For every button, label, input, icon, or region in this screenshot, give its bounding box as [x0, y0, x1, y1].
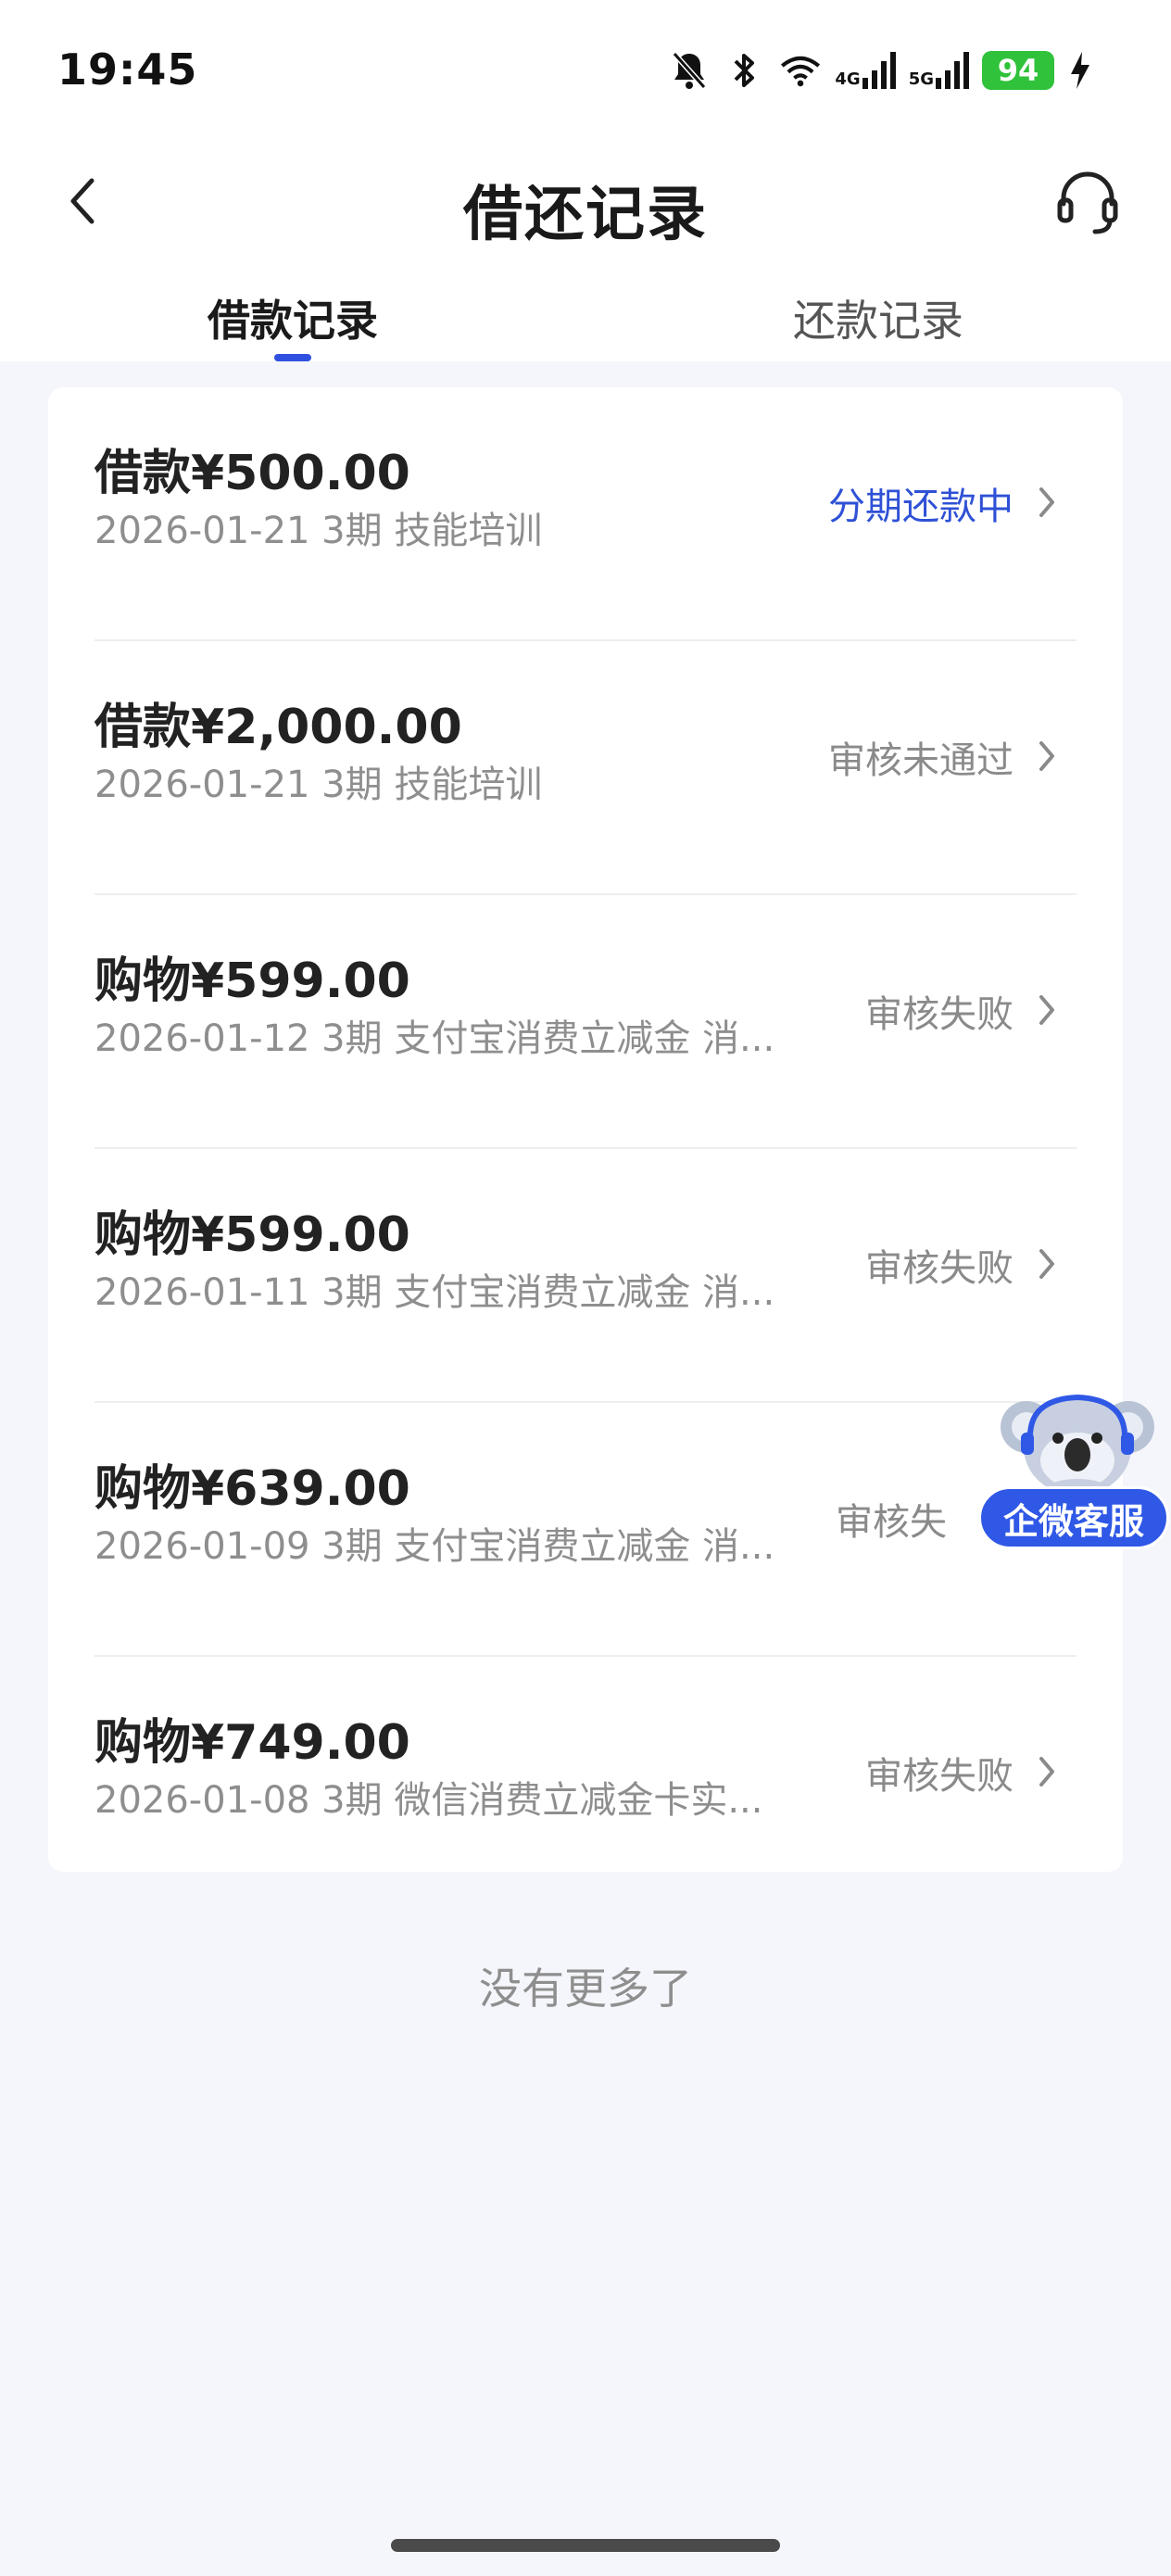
battery-icon: 94	[982, 51, 1054, 90]
record-status: 审核未通过	[828, 739, 1014, 782]
tab-repay-records[interactable]: 还款记录	[684, 287, 1073, 348]
list-item[interactable]: 购物¥599.00 2026-01-12 3期 支付宝消费立减金 消... 审核…	[48, 895, 1123, 1149]
record-status: 审核失败	[865, 1755, 1014, 1798]
home-indicator[interactable]	[391, 2539, 780, 2552]
net-4g-label: 4G	[835, 69, 861, 89]
status-time: 19:45	[57, 44, 198, 95]
list-item[interactable]: 购物¥599.00 2026-01-11 3期 支付宝消费立减金 消... 审核…	[48, 1149, 1123, 1403]
record-detail: 2026-01-21 3期 技能培训	[94, 510, 543, 552]
records-list: 借款¥500.00 2026-01-21 3期 技能培训 分期还款中 借款¥2,…	[48, 387, 1123, 1872]
headset-icon	[1057, 171, 1118, 234]
wifi-icon	[779, 47, 822, 94]
record-amount: 购物¥599.00	[94, 1207, 410, 1263]
record-amount: 借款¥500.00	[94, 446, 410, 501]
page: 19:45 4G 5G 94 借还记录 借款记录 还款记录 借款¥500.00 …	[0, 0, 1171, 2576]
tab-active-indicator	[274, 354, 311, 361]
koala-mascot-icon	[1001, 1394, 1154, 1501]
record-detail: 2026-01-09 3期 支付宝消费立减金 消...	[94, 1525, 775, 1568]
customer-service-label: 企微客服	[978, 1486, 1169, 1549]
nav-header: 借还记录	[0, 139, 1171, 269]
chevron-right-icon	[1028, 1749, 1065, 1794]
record-detail: 2026-01-21 3期 技能培训	[94, 764, 543, 806]
list-item[interactable]: 购物¥749.00 2026-01-08 3期 微信消费立减金卡实... 审核失…	[48, 1657, 1123, 1911]
record-amount: 购物¥749.00	[94, 1715, 410, 1771]
record-status: 分期还款中	[828, 486, 1014, 528]
bell-off-icon	[668, 47, 711, 94]
status-bar: 19:45 4G 5G 94	[0, 0, 1171, 139]
floating-customer-service[interactable]: 企微客服	[978, 1381, 1169, 1553]
record-amount: 购物¥599.00	[94, 953, 410, 1009]
record-detail: 2026-01-12 3期 支付宝消费立减金 消...	[94, 1017, 775, 1060]
chevron-right-icon	[1028, 1242, 1065, 1286]
record-detail: 2026-01-11 3期 支付宝消费立减金 消...	[94, 1271, 775, 1314]
bluetooth-icon	[724, 47, 766, 94]
chevron-right-icon	[1028, 734, 1065, 778]
list-item[interactable]: 借款¥2,000.00 2026-01-21 3期 技能培训 审核未通过	[48, 641, 1123, 895]
tab-bar: 借款记录 还款记录	[0, 278, 1171, 361]
record-detail: 2026-01-08 3期 微信消费立减金卡实...	[94, 1779, 763, 1822]
status-icons: 4G 5G 94	[668, 43, 1093, 98]
signal-5g-icon: 5G	[909, 52, 969, 89]
list-item[interactable]: 借款¥500.00 2026-01-21 3期 技能培训 分期还款中	[48, 387, 1123, 641]
no-more-text: 没有更多了	[479, 1964, 692, 2014]
record-status: 审核失败	[865, 993, 1014, 1036]
record-status: 审核失	[836, 1501, 947, 1544]
chevron-right-icon	[1028, 480, 1065, 524]
chevron-right-icon	[1028, 988, 1065, 1032]
top-area: 19:45 4G 5G 94 借还记录 借款记录 还款记录	[0, 0, 1171, 361]
charging-icon	[1067, 47, 1093, 94]
net-5g-label: 5G	[908, 69, 934, 89]
page-title: 借还记录	[463, 181, 708, 249]
record-amount: 借款¥2,000.00	[94, 700, 462, 755]
customer-service-button[interactable]	[1047, 161, 1128, 243]
record-status: 审核失败	[865, 1247, 1014, 1290]
tab-borrow-records[interactable]: 借款记录	[98, 287, 487, 348]
signal-4g-icon: 4G	[835, 52, 896, 89]
record-amount: 购物¥639.00	[94, 1461, 410, 1517]
list-item[interactable]: 购物¥639.00 2026-01-09 3期 支付宝消费立减金 消... 审核…	[48, 1403, 1123, 1657]
